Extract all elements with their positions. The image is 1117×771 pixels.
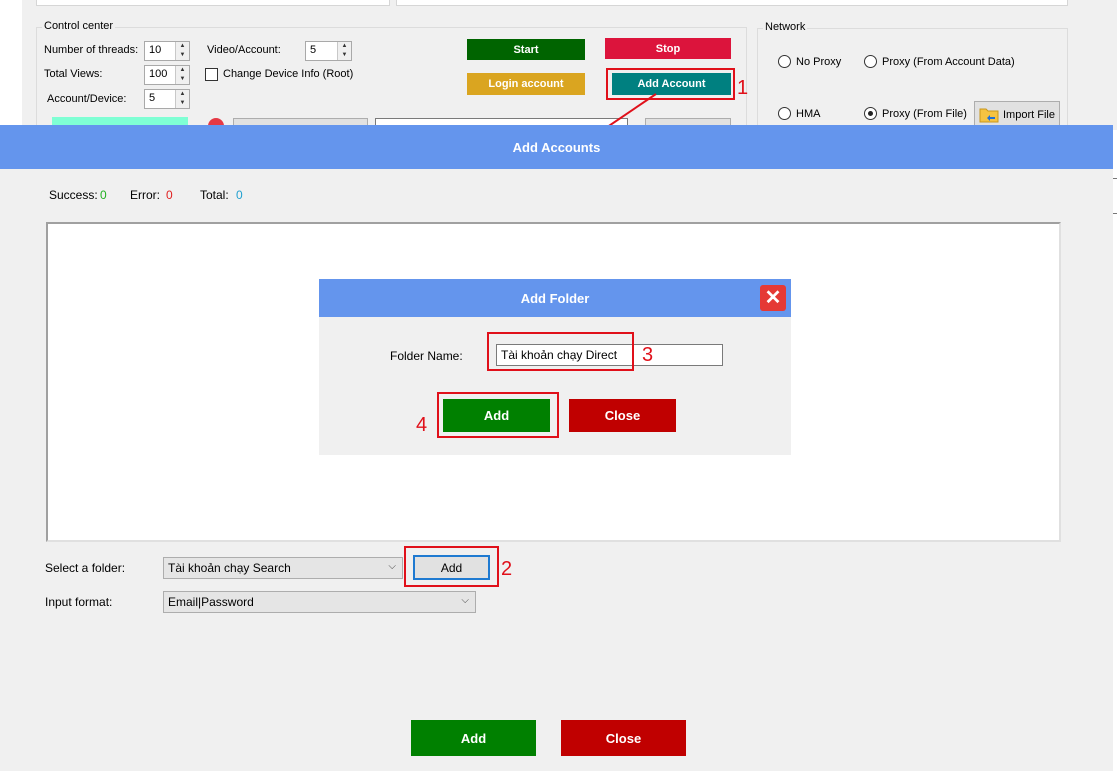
- window-edge: [1113, 178, 1117, 214]
- import-file-label: Import File: [1003, 108, 1055, 121]
- top-panel-right: [396, 0, 1068, 6]
- add-folder-title: Add Folder: [319, 279, 791, 317]
- success-count: 0: [100, 188, 107, 202]
- threads-spinner[interactable]: 10 ▲ ▼: [144, 41, 190, 61]
- error-count: 0: [166, 188, 173, 202]
- step-number-4: 4: [416, 414, 428, 436]
- step-number-1: 1: [737, 77, 749, 99]
- video-account-spinner[interactable]: 5 ▲ ▼: [305, 41, 352, 61]
- stop-button[interactable]: Stop: [605, 38, 731, 59]
- input-format-value: Email|Password: [168, 595, 254, 609]
- add-button[interactable]: Add: [411, 720, 536, 756]
- select-folder-label: Select a folder:: [45, 561, 126, 575]
- account-device-value: 5: [149, 92, 156, 104]
- proxy-account-radio[interactable]: [864, 55, 877, 68]
- account-device-spinner[interactable]: 5 ▲ ▼: [144, 89, 190, 109]
- total-views-spinner[interactable]: 100 ▲ ▼: [144, 65, 190, 85]
- login-account-button[interactable]: Login account: [467, 73, 585, 95]
- proxy-account-label: Proxy (From Account Data): [882, 56, 1015, 68]
- close-icon[interactable]: ✕: [760, 285, 786, 311]
- network-title: Network: [763, 21, 808, 33]
- add-accounts-title: Add Accounts: [0, 125, 1113, 169]
- folder-icon: [979, 108, 999, 122]
- total-views-value: 100: [149, 68, 168, 80]
- step-number-3: 3: [642, 344, 654, 366]
- chevron-down-icon: ⌵: [461, 595, 469, 606]
- change-device-checkbox[interactable]: [205, 68, 218, 81]
- step-number-2: 2: [501, 558, 513, 580]
- proxy-file-label: Proxy (From File): [882, 108, 967, 120]
- total-count: 0: [236, 188, 243, 202]
- no-proxy-radio[interactable]: [778, 55, 791, 68]
- folder-close-button[interactable]: Close: [569, 399, 676, 432]
- highlight-box-2: [404, 546, 499, 587]
- spinner-arrows-icon[interactable]: ▲ ▼: [175, 66, 189, 84]
- input-format-label: Input format:: [45, 595, 113, 609]
- folder-name-label: Folder Name:: [390, 349, 463, 363]
- total-views-label: Total Views:: [44, 68, 103, 80]
- success-label: Success:: [49, 188, 98, 202]
- threads-label: Number of threads:: [44, 44, 139, 56]
- folder-select-value: Tài khoản chạy Search: [168, 561, 291, 575]
- input-format-select[interactable]: Email|Password ⌵: [163, 591, 476, 613]
- close-button[interactable]: Close: [561, 720, 686, 756]
- total-label: Total:: [200, 188, 229, 202]
- spinner-arrows-icon[interactable]: ▲ ▼: [337, 42, 351, 60]
- spinner-arrows-icon[interactable]: ▲ ▼: [175, 42, 189, 60]
- highlight-box-4: [437, 392, 559, 438]
- account-device-label: Account/Device:: [47, 93, 127, 105]
- import-file-button[interactable]: Import File: [974, 101, 1060, 128]
- threads-value: 10: [149, 44, 162, 56]
- start-button[interactable]: Start: [467, 39, 585, 60]
- chevron-down-icon: ⌵: [388, 561, 396, 572]
- video-account-value: 5: [310, 44, 317, 56]
- hma-radio[interactable]: [778, 107, 791, 120]
- video-account-label: Video/Account:: [207, 44, 281, 56]
- hma-label: HMA: [796, 108, 821, 120]
- top-panel-left: [36, 0, 390, 6]
- highlight-box-3: [487, 332, 634, 371]
- spinner-arrows-icon[interactable]: ▲ ▼: [175, 90, 189, 108]
- change-device-label: Change Device Info (Root): [223, 68, 354, 80]
- error-label: Error:: [130, 188, 160, 202]
- folder-select[interactable]: Tài khoản chạy Search ⌵: [163, 557, 403, 579]
- control-center-title: Control center: [42, 20, 116, 32]
- no-proxy-label: No Proxy: [796, 56, 842, 68]
- proxy-file-radio[interactable]: [864, 107, 877, 120]
